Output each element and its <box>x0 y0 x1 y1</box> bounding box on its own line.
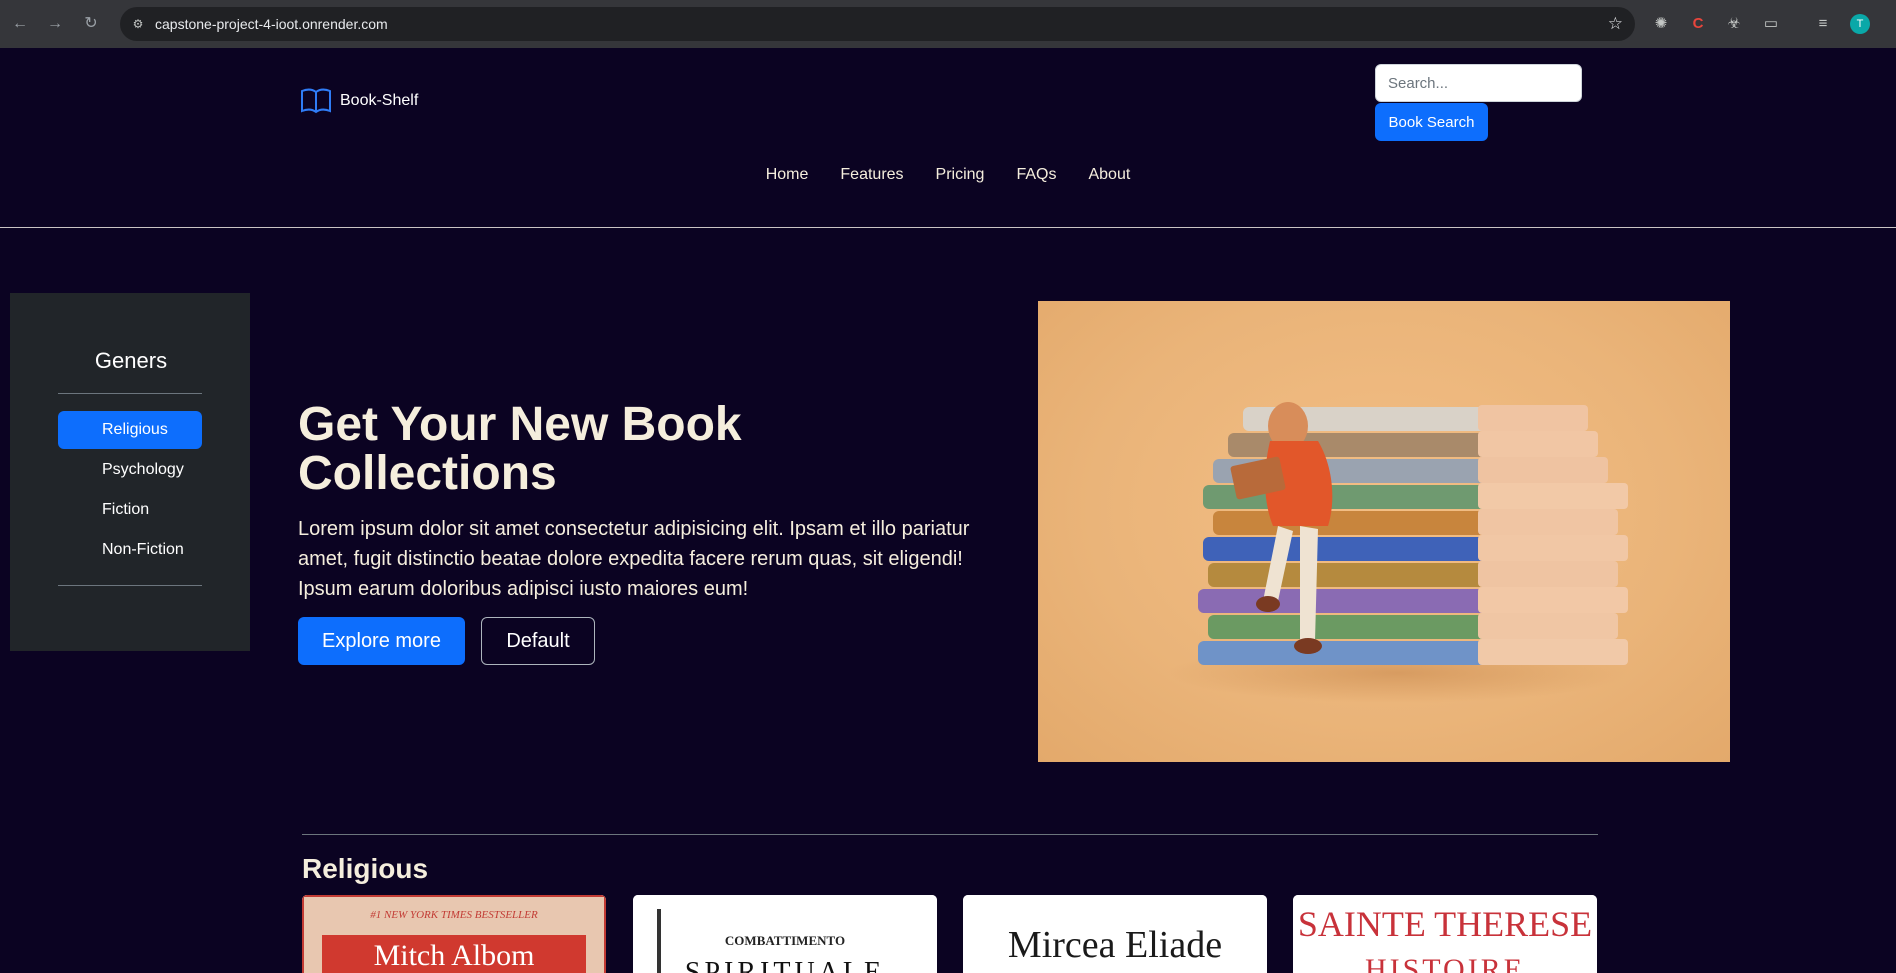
bookmark-star-icon[interactable]: ☆ <box>1608 14 1623 34</box>
nav-features[interactable]: Features <box>824 166 919 184</box>
address-bar[interactable]: ⚙ capstone-project-4-ioot.onrender.com ☆ <box>120 7 1635 41</box>
book-cover-tagline: COMBATTIMENTO <box>724 933 846 948</box>
section-title: Religious <box>302 853 429 884</box>
nav-about[interactable]: About <box>1072 166 1146 184</box>
hero-title: Get Your New Book Collections <box>298 398 742 500</box>
nav-faqs[interactable]: FAQs <box>1000 166 1072 184</box>
forward-icon[interactable]: → <box>45 14 65 34</box>
hero-illustration <box>1038 301 1730 762</box>
browser-toolbar: ← → ↻ ⚙ capstone-project-4-ioot.onrender… <box>0 0 1896 48</box>
book-card[interactable]: Mircea Eliade <box>963 895 1267 973</box>
book-cover-title: SAINTE THERESE <box>1297 904 1593 944</box>
book-card[interactable]: COMBATTIMENTO SPIRITUALE <box>633 895 937 973</box>
reload-icon[interactable]: ↻ <box>81 14 101 34</box>
hero-description: Lorem ipsum dolor sit amet consectetur a… <box>298 518 970 600</box>
book-cover-subtitle: HISTOIRE <box>1364 953 1526 973</box>
extensions-puzzle-icon[interactable]: ▭ <box>1761 13 1781 35</box>
book-cover: Mircea Eliade <box>963 895 1267 973</box>
book-cover-author: Mircea Eliade <box>1007 924 1223 966</box>
sidebar-title: Geners <box>94 348 168 373</box>
book-cover: SAINTE THERESE HISTOIRE <box>1293 895 1597 973</box>
brand-link[interactable]: Book-Shelf <box>300 88 418 114</box>
section-divider <box>302 834 1598 835</box>
profile-avatar[interactable]: T <box>1850 14 1870 34</box>
reading-list-icon[interactable]: ≡ <box>1813 13 1833 35</box>
search-input[interactable] <box>1375 64 1582 102</box>
book-stack-illustration <box>1168 402 1628 703</box>
main-nav: Home Features Pricing FAQs About <box>0 166 1896 184</box>
book-cover-author: Mitch Albom <box>322 935 586 973</box>
genre-sidebar: Geners Religious Psychology Fiction Non-… <box>10 293 250 651</box>
default-button[interactable]: Default <box>481 617 595 665</box>
url-text: capstone-project-4-ioot.onrender.com <box>155 16 388 32</box>
extension-icon[interactable]: ✺ <box>1651 13 1671 35</box>
book-card[interactable]: SAINTE THERESE HISTOIRE <box>1293 895 1597 973</box>
nav-home[interactable]: Home <box>750 166 825 184</box>
sidebar-item-religious[interactable]: Religious <box>58 411 202 449</box>
brand-name: Book-Shelf <box>340 92 419 109</box>
explore-more-button[interactable]: Explore more <box>298 617 465 665</box>
nav-pricing[interactable]: Pricing <box>920 166 1001 184</box>
book-card[interactable]: #1 NEW YORK TIMES BESTSELLER Mitch Albom <box>302 895 606 973</box>
site-info-icon[interactable]: ⚙ <box>130 16 146 32</box>
extension-icon[interactable]: C <box>1688 13 1708 35</box>
open-book-icon <box>301 88 331 114</box>
book-cover: #1 NEW YORK TIMES BESTSELLER Mitch Albom <box>302 895 606 973</box>
back-icon[interactable]: ← <box>10 14 30 34</box>
sidebar-divider <box>58 393 202 394</box>
sidebar-item-psychology[interactable]: Psychology <box>58 451 202 489</box>
book-cover-title: SPIRITUALE <box>684 957 886 973</box>
sidebar-divider <box>58 585 202 586</box>
book-search-button[interactable]: Book Search <box>1375 103 1488 141</box>
sidebar-item-fiction[interactable]: Fiction <box>58 491 202 529</box>
sidebar-item-non-fiction[interactable]: Non-Fiction <box>58 531 202 569</box>
header-divider <box>0 227 1896 228</box>
book-cover: COMBATTIMENTO SPIRITUALE <box>633 895 937 973</box>
book-cover-tagline: #1 NEW YORK TIMES BESTSELLER <box>370 909 538 921</box>
extension-icon[interactable]: ☣ <box>1724 13 1744 35</box>
